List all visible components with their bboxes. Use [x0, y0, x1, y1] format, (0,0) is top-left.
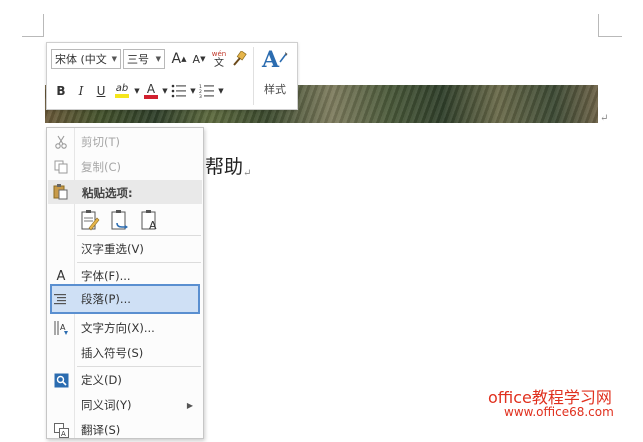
document-text-content: 帮助 — [205, 156, 244, 178]
svg-text:A: A — [149, 219, 157, 231]
menu-item-insert-symbol[interactable]: 插入符号(S) — [47, 341, 203, 365]
paste-merge-formatting-button[interactable] — [109, 208, 131, 232]
menu-item-paragraph[interactable]: 段落(P)... — [47, 287, 203, 311]
paragraph-mark: ↵ — [600, 113, 609, 124]
highlight-dropdown[interactable]: ▼ — [133, 81, 141, 101]
menu-item-label: 复制(C) — [81, 160, 122, 174]
menu-item-label: 定义(D) — [81, 373, 122, 387]
styles-icon: A — [261, 47, 280, 73]
numbering-dropdown[interactable]: ▼ — [217, 81, 225, 101]
font-size-combo[interactable]: 三号 ▼ — [123, 49, 165, 69]
crop-mark-top-right-h — [598, 36, 622, 37]
menu-item-copy[interactable]: 复制(C) — [47, 155, 203, 179]
styles-label: 样式 — [264, 83, 286, 96]
copy-icon — [53, 159, 69, 175]
underline-button[interactable]: U — [91, 81, 111, 101]
define-icon — [53, 372, 69, 388]
menu-separator — [77, 235, 201, 236]
submenu-arrow-icon: ▶ — [186, 400, 193, 410]
menu-item-define[interactable]: 定义(D) — [47, 368, 203, 392]
phonetic-bottom-text: 文 — [214, 58, 224, 69]
svg-text:A: A — [60, 323, 66, 332]
menu-item-label: 汉字重选(V) — [81, 242, 144, 256]
paste-keep-formatting-button[interactable] — [79, 208, 101, 232]
svg-text:3: 3 — [199, 94, 202, 98]
crop-mark-top-right-v — [598, 14, 599, 36]
format-painter-button[interactable] — [229, 49, 249, 69]
chevron-down-icon: ▼ — [155, 55, 161, 63]
numbering-button[interactable]: 1 2 3 — [197, 81, 217, 101]
phonetic-guide-button[interactable]: wén 文 — [209, 49, 229, 69]
paragraph-mark: ↵ — [243, 168, 252, 179]
bold-label: B — [56, 84, 66, 98]
menu-separator — [77, 366, 201, 367]
font-color-button[interactable]: A — [141, 81, 161, 101]
highlight-letters: ab — [115, 83, 129, 94]
grow-font-icon: A — [171, 51, 182, 67]
menu-separator — [77, 262, 201, 263]
bold-button[interactable]: B — [51, 81, 71, 101]
menu-item-cut[interactable]: 剪切(T) — [47, 130, 203, 154]
document-text[interactable]: 帮助↵ — [205, 152, 251, 179]
menu-item-label: 翻译(S) — [81, 423, 121, 437]
watermark-url: www.office68.com — [504, 405, 614, 419]
bullets-button[interactable] — [169, 81, 189, 101]
context-menu: 剪切(T) 复制(C) 粘贴选项: A 汉字重选(V) A 字体(F)... 段… — [46, 127, 204, 439]
menu-item-text-direction[interactable]: A 文字方向(X)... — [47, 316, 203, 340]
chevron-down-icon: ▼ — [111, 55, 117, 63]
paste-merge-formatting-icon — [111, 210, 128, 230]
format-painter-icon — [233, 51, 247, 66]
paste-options-label: 粘贴选项: — [82, 186, 133, 200]
mini-toolbar: 宋体 (中文 ▼ 三号 ▼ A ▲ A ▼ wén 文 B I U ab ▼ A… — [46, 42, 298, 110]
underline-label: U — [96, 84, 106, 98]
bullet-list-icon — [171, 84, 186, 98]
paste-text-only-button[interactable]: A — [139, 208, 161, 232]
menu-item-label: 字体(F)... — [81, 269, 131, 283]
font-icon: A — [56, 268, 66, 284]
menu-item-label: 插入符号(S) — [81, 346, 144, 360]
crop-mark-top-left-v — [43, 14, 44, 36]
font-color-letter: A — [146, 81, 156, 96]
paste-text-only-icon: A — [141, 210, 157, 231]
translate-icon: A — [53, 422, 69, 438]
font-color-bar — [144, 94, 158, 99]
menu-item-label: 同义词(Y) — [81, 398, 132, 412]
highlight-button[interactable]: ab — [111, 81, 133, 101]
styles-brush-icon — [279, 52, 288, 63]
bullets-dropdown[interactable]: ▼ — [189, 81, 197, 101]
font-name-value: 宋体 (中文 — [55, 53, 107, 66]
menu-item-translate[interactable]: A 翻译(S) — [47, 418, 203, 442]
menu-item-label: 段落(P)... — [81, 292, 131, 306]
shrink-font-button[interactable]: A ▼ — [189, 49, 209, 69]
font-color-dropdown[interactable]: ▼ — [161, 81, 169, 101]
paste-icon — [53, 183, 69, 204]
menu-item-reconvert[interactable]: 汉字重选(V) — [47, 237, 203, 261]
crop-mark-top-left-h — [22, 36, 44, 37]
menu-item-label: 剪切(T) — [81, 135, 120, 149]
italic-label: I — [78, 84, 84, 98]
grow-font-button[interactable]: A ▲ — [169, 49, 189, 69]
paragraph-icon — [53, 291, 69, 307]
toolbar-divider — [253, 47, 254, 105]
text-direction-icon: A — [53, 320, 69, 336]
font-size-value: 三号 — [127, 53, 149, 66]
paste-keep-formatting-icon — [81, 210, 100, 231]
highlight-color-bar — [115, 94, 129, 98]
menu-item-synonyms[interactable]: 同义词(Y) ▶ — [47, 393, 203, 417]
shrink-font-icon: A — [192, 52, 201, 66]
font-name-combo[interactable]: 宋体 (中文 ▼ — [51, 49, 121, 69]
scissors-icon — [53, 134, 69, 150]
paste-options-header: 粘贴选项: — [48, 180, 202, 204]
numbered-list-icon: 1 2 3 — [199, 84, 214, 98]
styles-button[interactable]: A 样式 — [256, 47, 294, 105]
menu-item-label: 文字方向(X)... — [81, 321, 155, 335]
italic-button[interactable]: I — [71, 81, 91, 101]
